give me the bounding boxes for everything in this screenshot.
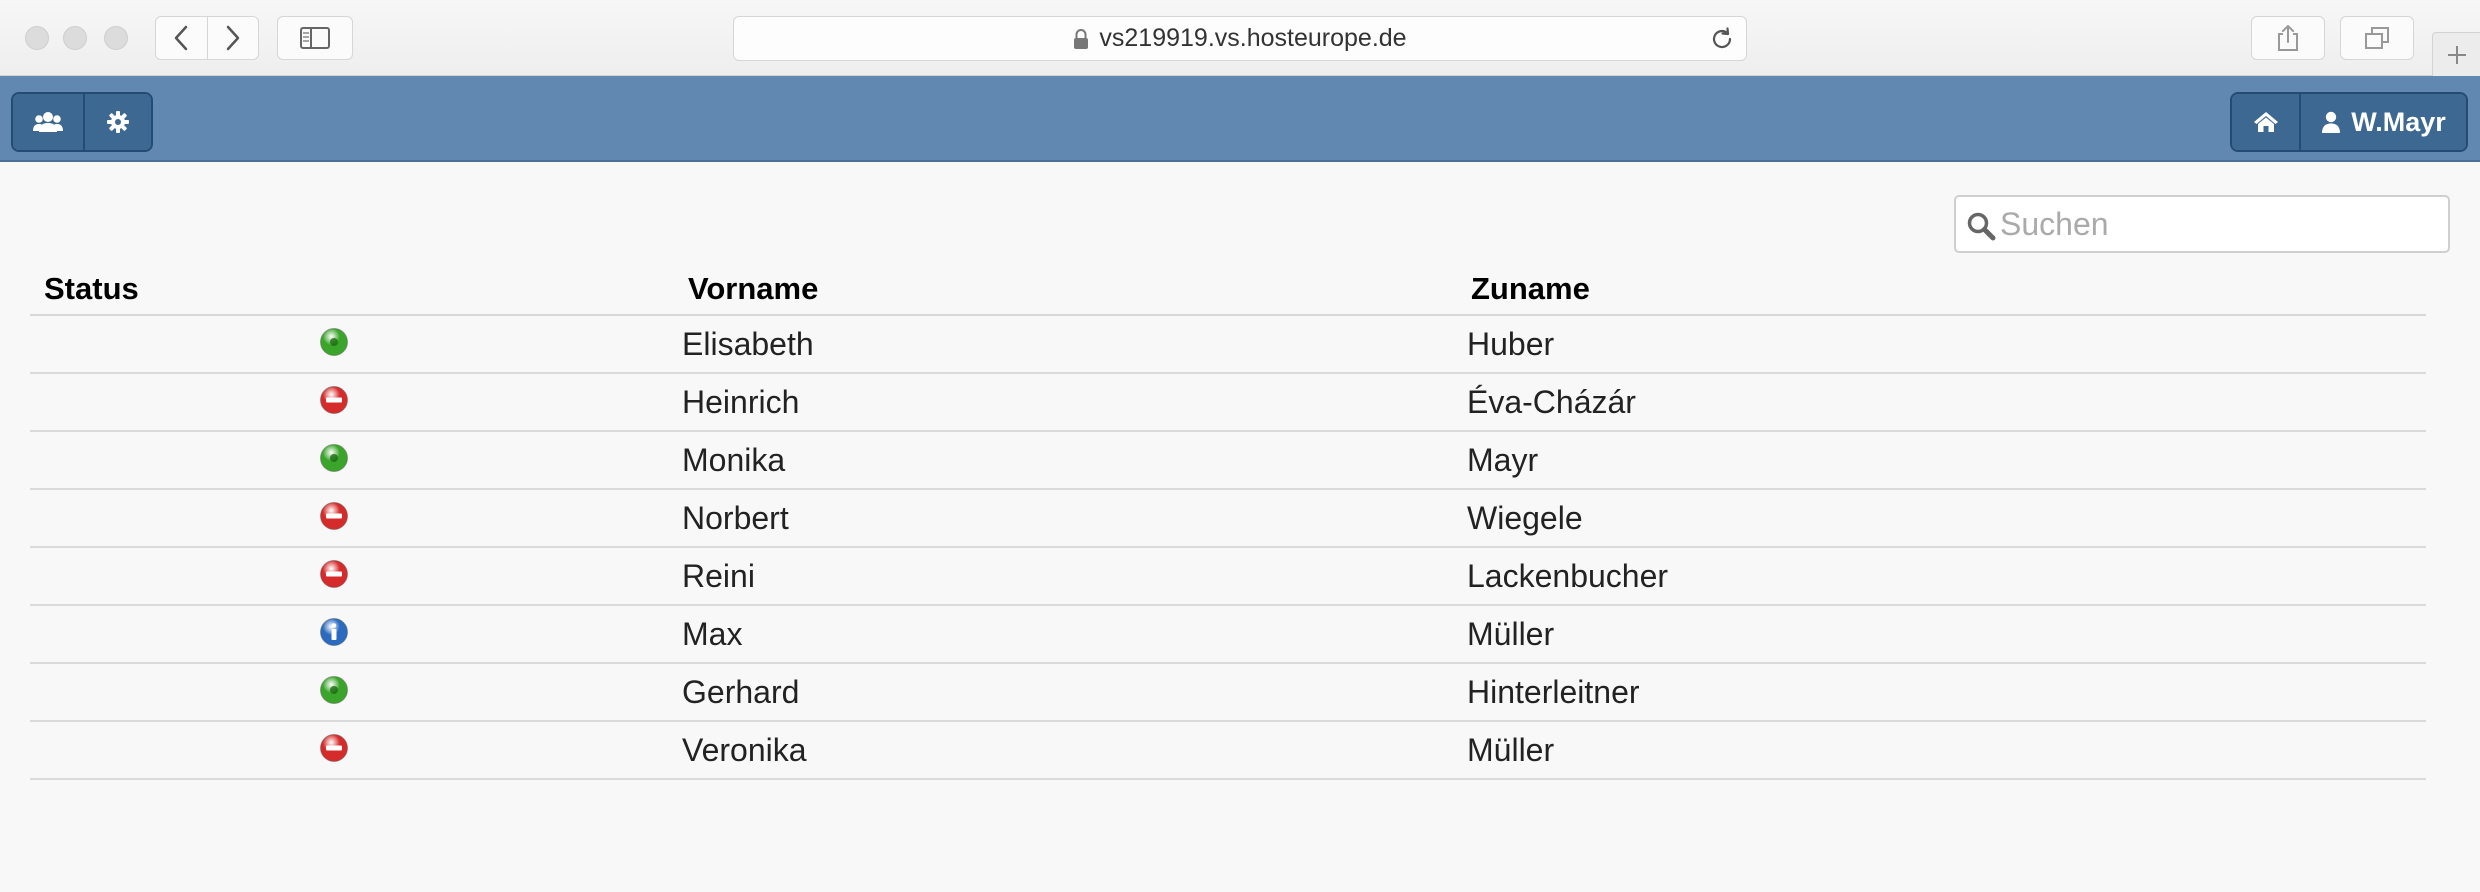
browser-toolbar: vs219919.vs.hosteurope.de xyxy=(0,0,2480,76)
chevron-right-icon xyxy=(226,25,239,51)
zuname-cell: Wiegele xyxy=(1439,489,2426,548)
people-table: Status Vorname Zuname Elisabeth Huber Hein… xyxy=(30,258,2426,780)
table-row[interactable]: Monika Mayr xyxy=(30,431,2426,490)
show-tabs-button[interactable] xyxy=(2340,16,2414,60)
sidebar-icon xyxy=(300,27,330,49)
status-online-icon xyxy=(319,675,349,705)
status-cell xyxy=(30,373,659,432)
share-button[interactable] xyxy=(2251,16,2325,60)
address-content: vs219919.vs.hosteurope.de xyxy=(734,17,1746,60)
gear-icon xyxy=(107,111,129,133)
plus-icon xyxy=(2447,45,2466,64)
table-header-row: Status Vorname Zuname xyxy=(30,258,2426,316)
status-cell xyxy=(30,431,659,490)
zuname-cell: Éva-Cházár xyxy=(1439,373,2426,432)
status-cell xyxy=(30,547,659,606)
status-online-icon xyxy=(319,327,349,357)
search-input[interactable] xyxy=(2000,205,2430,243)
vorname-cell: Elisabeth xyxy=(659,315,1439,374)
status-online-icon xyxy=(319,443,349,473)
column-header-zuname[interactable]: Zuname xyxy=(1439,258,2426,316)
vorname-cell: Heinrich xyxy=(659,373,1439,432)
close-window-button[interactable] xyxy=(25,26,49,50)
zuname-cell: Müller xyxy=(1439,605,2426,664)
status-cell xyxy=(30,721,659,780)
status-cell xyxy=(30,315,659,374)
user-name: W.Mayr xyxy=(2351,106,2446,137)
forward-button[interactable] xyxy=(206,17,259,59)
table-row[interactable]: Reini Lackenbucher xyxy=(30,547,2426,606)
status-cell xyxy=(30,605,659,664)
search-box xyxy=(1954,195,2450,253)
table-row[interactable]: Norbert Wiegele xyxy=(30,489,2426,548)
table-body: Elisabeth Huber Heinrich Éva-Cházár Monika Ma… xyxy=(30,315,2426,780)
tabs-icon xyxy=(2365,27,2389,49)
url-text: vs219919.vs.hosteurope.de xyxy=(1099,24,1407,52)
zoom-window-button[interactable] xyxy=(104,26,128,50)
lock-icon xyxy=(1074,28,1089,49)
zuname-cell: Lackenbucher xyxy=(1439,547,2426,606)
user-menu-button[interactable]: W.Mayr xyxy=(2299,94,2466,150)
minimize-window-button[interactable] xyxy=(63,26,87,50)
vorname-cell: Max xyxy=(659,605,1439,664)
settings-button[interactable] xyxy=(83,94,151,150)
zuname-cell: Huber xyxy=(1439,315,2426,374)
column-header-status[interactable]: Status xyxy=(30,258,659,316)
status-cell xyxy=(30,663,659,722)
table-row[interactable]: Gerhard Hinterleitner xyxy=(30,663,2426,722)
vorname-cell: Reini xyxy=(659,547,1439,606)
status-blocked-icon xyxy=(319,385,349,415)
user-nav-group: W.Mayr xyxy=(2230,92,2468,152)
user-icon xyxy=(2322,111,2341,133)
chevron-left-icon xyxy=(175,25,188,51)
status-blocked-icon xyxy=(319,733,349,763)
zuname-cell: Hinterleitner xyxy=(1439,663,2426,722)
address-bar[interactable]: vs219919.vs.hosteurope.de xyxy=(733,16,1747,61)
vorname-cell: Gerhard xyxy=(659,663,1439,722)
new-tab-button[interactable] xyxy=(2432,32,2480,76)
users-icon xyxy=(33,112,63,132)
history-nav xyxy=(155,16,259,60)
home-button[interactable] xyxy=(2232,94,2299,150)
status-cell xyxy=(30,489,659,548)
main-nav-group xyxy=(11,92,153,152)
vorname-cell: Monika xyxy=(659,431,1439,490)
users-button[interactable] xyxy=(13,94,83,150)
zuname-cell: Mayr xyxy=(1439,431,2426,490)
vorname-cell: Veronika xyxy=(659,721,1439,780)
column-header-vorname[interactable]: Vorname xyxy=(659,258,1439,316)
status-blocked-icon xyxy=(319,559,349,589)
home-icon xyxy=(2253,112,2278,132)
reload-icon[interactable] xyxy=(1710,27,1734,51)
share-icon xyxy=(2278,25,2298,51)
table-row[interactable]: Elisabeth Huber xyxy=(30,315,2426,374)
table-row[interactable]: Heinrich Éva-Cházár xyxy=(30,373,2426,432)
sidebar-toggle-button[interactable] xyxy=(277,16,353,60)
app-header: W.Mayr xyxy=(0,76,2480,162)
back-button[interactable] xyxy=(156,17,207,59)
table-row[interactable]: Max Müller xyxy=(30,605,2426,664)
zuname-cell: Müller xyxy=(1439,721,2426,780)
vorname-cell: Norbert xyxy=(659,489,1439,548)
status-info-icon xyxy=(319,617,349,647)
table-row[interactable]: Veronika Müller xyxy=(30,721,2426,780)
search-icon xyxy=(1967,212,1996,241)
status-blocked-icon xyxy=(319,501,349,531)
